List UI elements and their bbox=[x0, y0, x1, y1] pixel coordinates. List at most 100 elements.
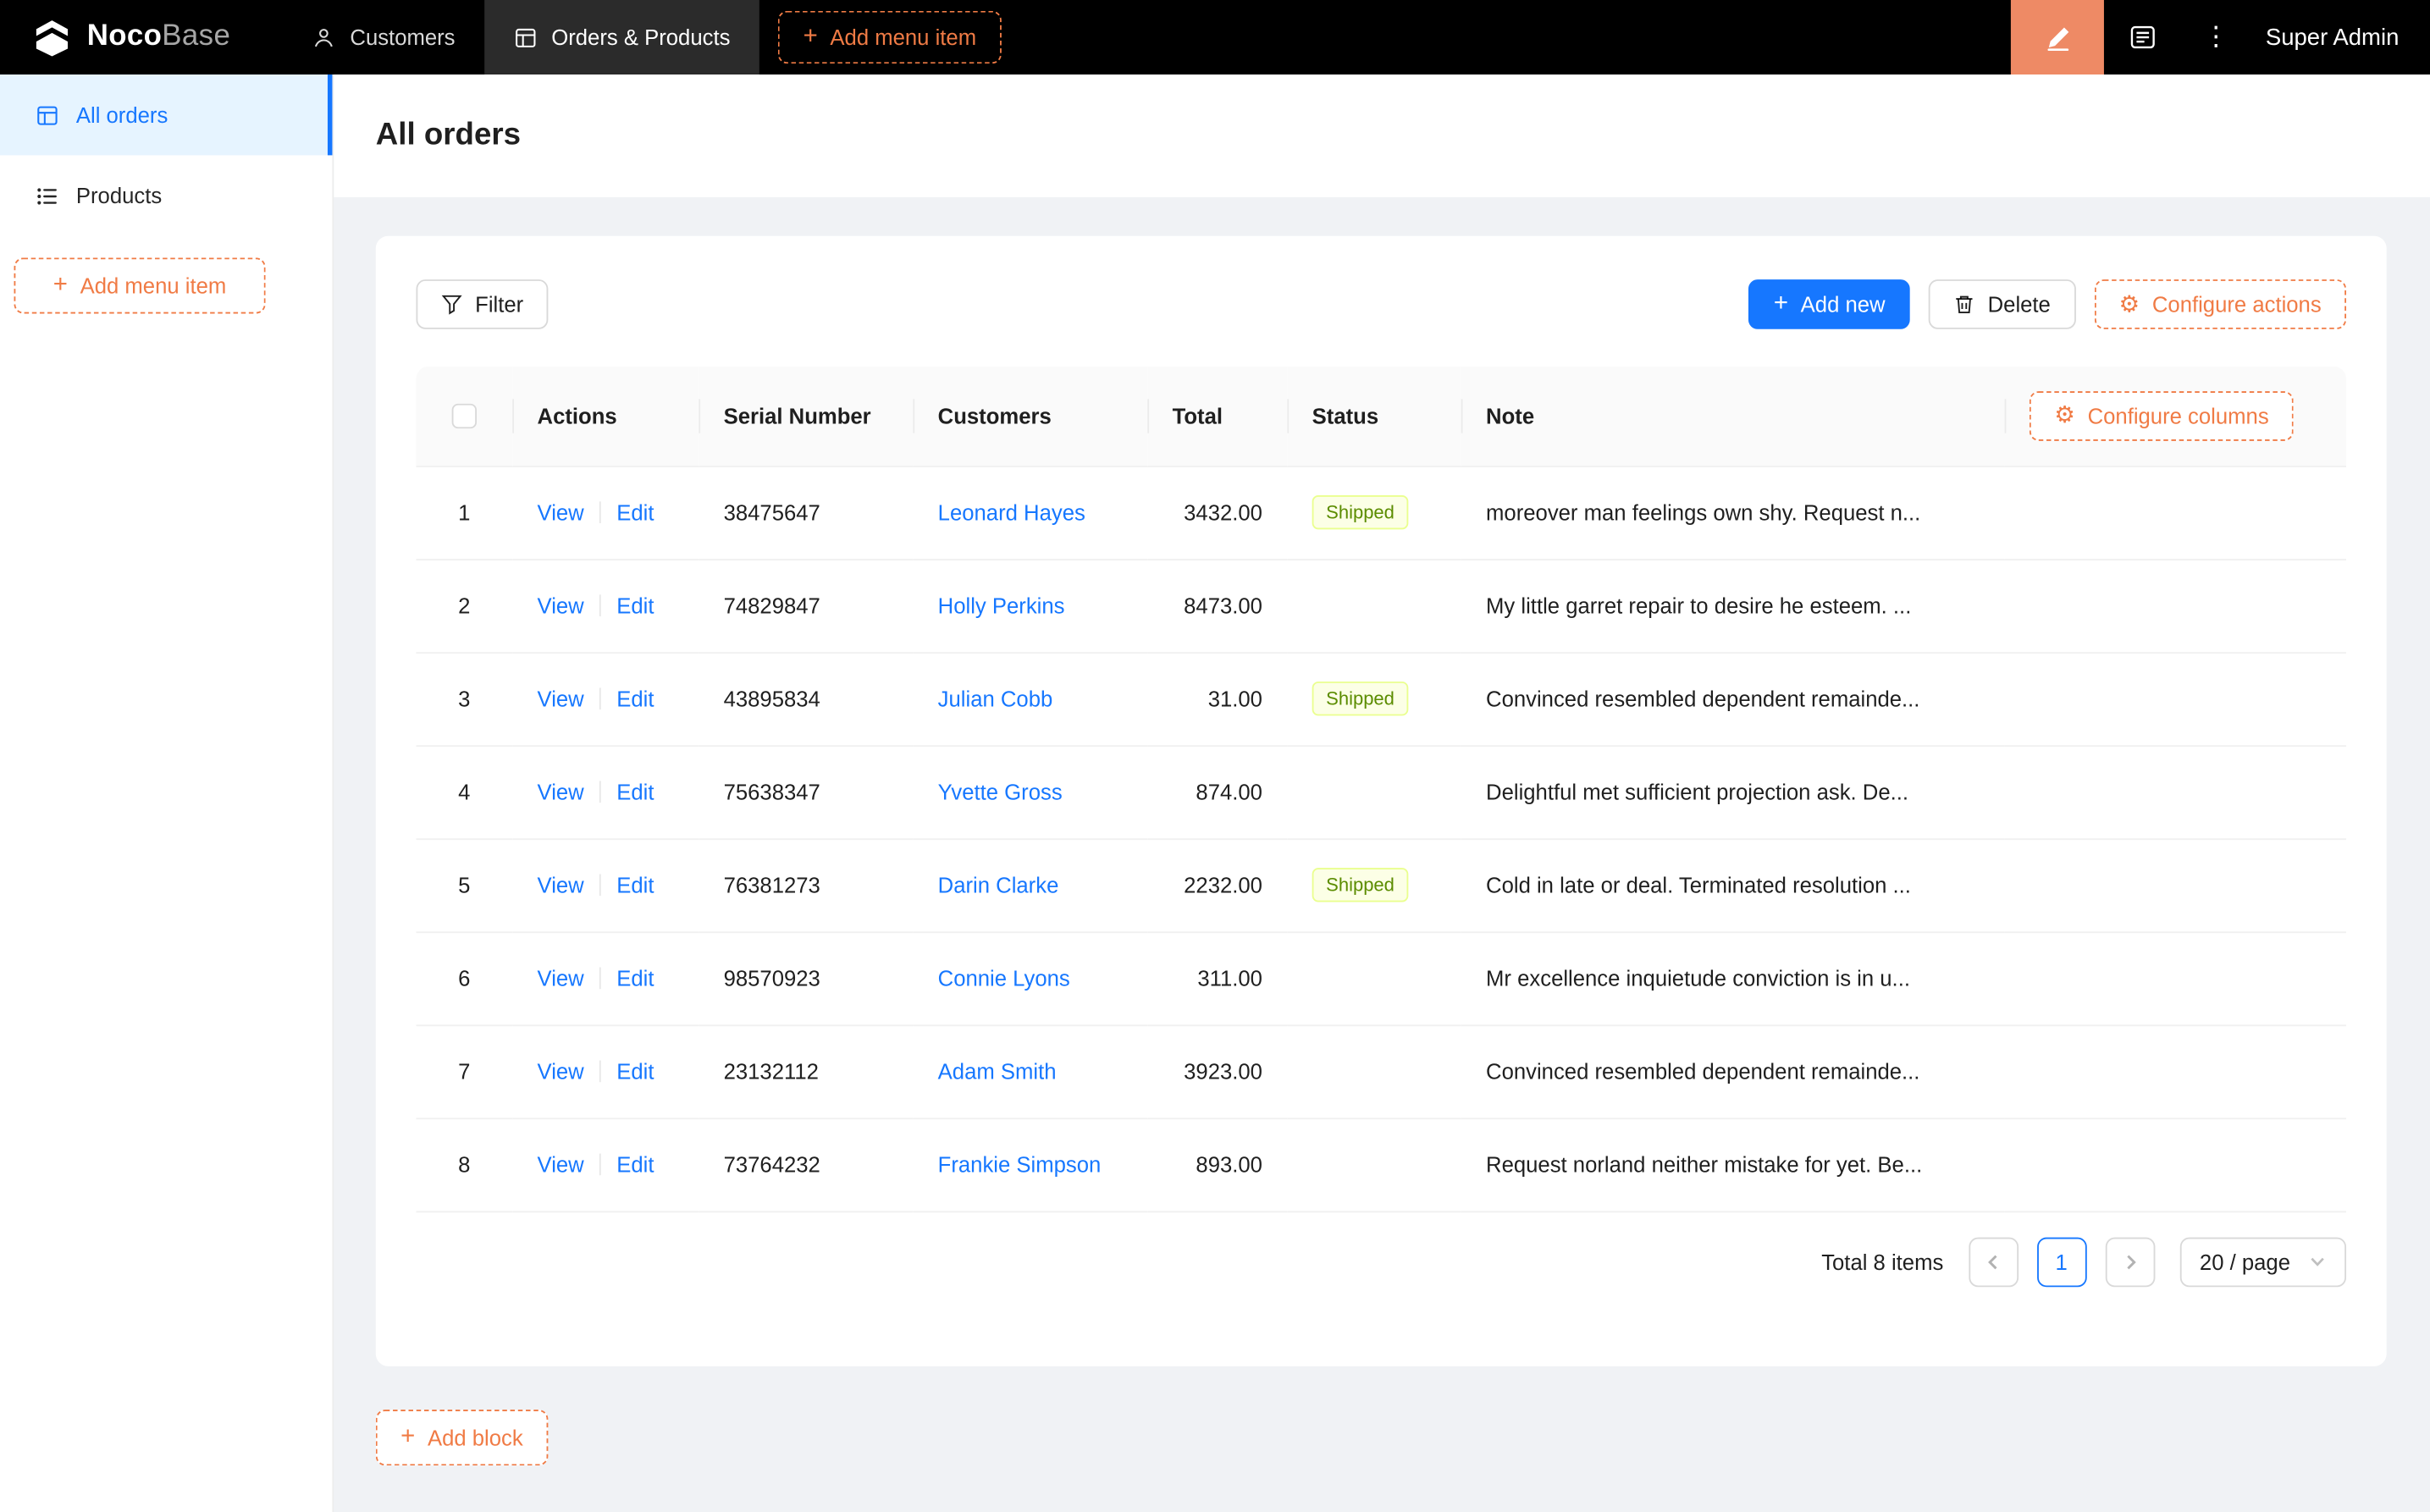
serial-cell: 38475647 bbox=[699, 466, 914, 560]
view-link[interactable]: View bbox=[538, 500, 584, 525]
page-size-select[interactable]: 20 / page bbox=[2179, 1236, 2347, 1287]
edit-link[interactable]: Edit bbox=[616, 966, 654, 991]
table-row: 7 View Edit 23132112 Adam Smith 3923.00 C… bbox=[416, 1024, 2347, 1119]
serial-cell: 23132112 bbox=[699, 1024, 914, 1119]
edit-link[interactable]: Edit bbox=[616, 873, 654, 897]
add-block-row: + Add block bbox=[375, 1410, 2387, 1466]
row-actions: View Edit bbox=[512, 1024, 699, 1119]
status-cell: Shipped bbox=[1287, 652, 1461, 747]
pagination-page-1[interactable]: 1 bbox=[2036, 1236, 2087, 1287]
user-menu[interactable]: Super Admin bbox=[2251, 0, 2430, 74]
customer-cell: Adam Smith bbox=[913, 1024, 1148, 1119]
column-header-status: Status bbox=[1287, 366, 1461, 467]
customer-link[interactable]: Julian Cobb bbox=[938, 687, 1053, 711]
total-cell: 893.00 bbox=[1147, 1117, 1288, 1212]
plus-icon: + bbox=[400, 1423, 416, 1450]
empty-cell bbox=[2004, 466, 2347, 560]
nav-item-orders-products[interactable]: Orders & Products bbox=[484, 0, 760, 75]
view-link[interactable]: View bbox=[538, 1059, 584, 1084]
customer-link[interactable]: Connie Lyons bbox=[938, 966, 1070, 991]
select-all-checkbox[interactable] bbox=[451, 404, 478, 429]
empty-cell bbox=[2004, 745, 2347, 840]
note-cell: Mr excellence inquietude conviction is i… bbox=[1461, 931, 2005, 1026]
column-header-actions: Actions bbox=[512, 366, 699, 467]
customer-link[interactable]: Frankie Simpson bbox=[938, 1152, 1102, 1177]
sidebar-item-all-orders[interactable]: All orders bbox=[0, 74, 333, 156]
products-icon bbox=[36, 184, 59, 207]
view-link[interactable]: View bbox=[538, 873, 584, 897]
status-cell bbox=[1287, 1024, 1461, 1119]
view-link[interactable]: View bbox=[538, 687, 584, 711]
chevron-down-icon bbox=[2309, 1253, 2326, 1270]
table-row: 2 View Edit 74829847 Holly Perkins 8473.0… bbox=[416, 559, 2347, 654]
empty-cell bbox=[2004, 838, 2347, 933]
view-link[interactable]: View bbox=[538, 1152, 584, 1177]
configure-columns-button[interactable]: ⚙ Configure columns bbox=[2029, 390, 2295, 441]
plus-icon: + bbox=[52, 271, 68, 299]
user-name: Super Admin bbox=[2265, 24, 2400, 51]
row-actions: View Edit bbox=[512, 466, 699, 560]
row-index: 2 bbox=[416, 559, 513, 654]
divider bbox=[599, 594, 601, 617]
row-actions: View Edit bbox=[512, 745, 699, 840]
edit-link[interactable]: Edit bbox=[616, 780, 654, 804]
total-cell: 2232.00 bbox=[1147, 838, 1288, 933]
view-link[interactable]: View bbox=[538, 966, 584, 991]
row-actions: View Edit bbox=[512, 1117, 699, 1212]
pagination-prev-button[interactable] bbox=[1968, 1236, 2019, 1287]
serial-cell: 76381273 bbox=[699, 838, 914, 933]
orders-products-icon bbox=[514, 25, 538, 49]
divider bbox=[599, 967, 601, 990]
orders-table: Actions Serial Number Customers Total St… bbox=[416, 366, 2347, 1212]
divider bbox=[599, 687, 601, 710]
row-index: 7 bbox=[416, 1024, 513, 1119]
edit-link[interactable]: Edit bbox=[616, 500, 654, 525]
ui-editor-button[interactable] bbox=[2011, 0, 2105, 75]
edit-link[interactable]: Edit bbox=[616, 1059, 654, 1084]
note-cell: moreover man feelings own shy. Request n… bbox=[1461, 466, 2005, 560]
note-cell: Request norland neither mistake for yet.… bbox=[1461, 1117, 2005, 1212]
configure-actions-button[interactable]: ⚙ Configure actions bbox=[2094, 279, 2347, 329]
edit-link[interactable]: Edit bbox=[616, 687, 654, 711]
customer-link[interactable]: Yvette Gross bbox=[938, 780, 1063, 804]
chevron-right-icon bbox=[2120, 1252, 2139, 1271]
column-header-serial-number: Serial Number bbox=[699, 366, 914, 467]
serial-cell: 75638347 bbox=[699, 745, 914, 840]
chevron-left-icon bbox=[1984, 1252, 2002, 1271]
view-link[interactable]: View bbox=[538, 593, 584, 618]
gear-icon: ⚙ bbox=[2054, 400, 2075, 429]
customer-link[interactable]: Leonard Hayes bbox=[938, 500, 1085, 525]
header-add-menu-item-button[interactable]: + Add menu item bbox=[778, 10, 1002, 64]
all-orders-icon bbox=[36, 103, 59, 127]
sidebar-item-products[interactable]: Products bbox=[0, 155, 332, 235]
customer-link[interactable]: Darin Clarke bbox=[938, 873, 1059, 897]
sidebar-add-menu-item-button[interactable]: + Add menu item bbox=[14, 257, 266, 314]
customer-link[interactable]: Adam Smith bbox=[938, 1059, 1057, 1084]
row-index: 3 bbox=[416, 652, 513, 747]
gear-icon: ⚙ bbox=[2118, 290, 2140, 318]
add-block-button[interactable]: + Add block bbox=[375, 1410, 549, 1466]
nav-item-customers[interactable]: Customers bbox=[284, 0, 485, 74]
customer-link[interactable]: Holly Perkins bbox=[938, 593, 1065, 618]
configure-columns-cell: ⚙ Configure columns bbox=[2004, 366, 2347, 467]
filter-button[interactable]: Filter bbox=[416, 279, 549, 329]
divider bbox=[599, 781, 601, 803]
pagination: Total 8 items 1 20 / page bbox=[416, 1236, 2347, 1287]
view-link[interactable]: View bbox=[538, 780, 584, 804]
nav-item-label: Orders & Products bbox=[551, 25, 731, 50]
status-cell bbox=[1287, 745, 1461, 840]
column-header-total: Total bbox=[1147, 366, 1288, 467]
edit-link[interactable]: Edit bbox=[616, 593, 654, 618]
row-index: 5 bbox=[416, 838, 513, 933]
more-menu-button[interactable]: ⋮ bbox=[2182, 0, 2251, 74]
highlighter-icon bbox=[2043, 23, 2073, 52]
pagination-next-button[interactable] bbox=[2105, 1236, 2155, 1287]
edit-link[interactable]: Edit bbox=[616, 1152, 654, 1177]
docs-icon bbox=[2129, 24, 2157, 52]
row-actions: View Edit bbox=[512, 559, 699, 654]
plugin-docs-button[interactable] bbox=[2104, 0, 2182, 74]
pagination-total: Total 8 items bbox=[1821, 1249, 1944, 1274]
nocobase-logo[interactable]: NocoBase bbox=[0, 0, 284, 74]
add-new-button[interactable]: + Add new bbox=[1748, 279, 1910, 329]
delete-button[interactable]: Delete bbox=[1928, 279, 2076, 329]
